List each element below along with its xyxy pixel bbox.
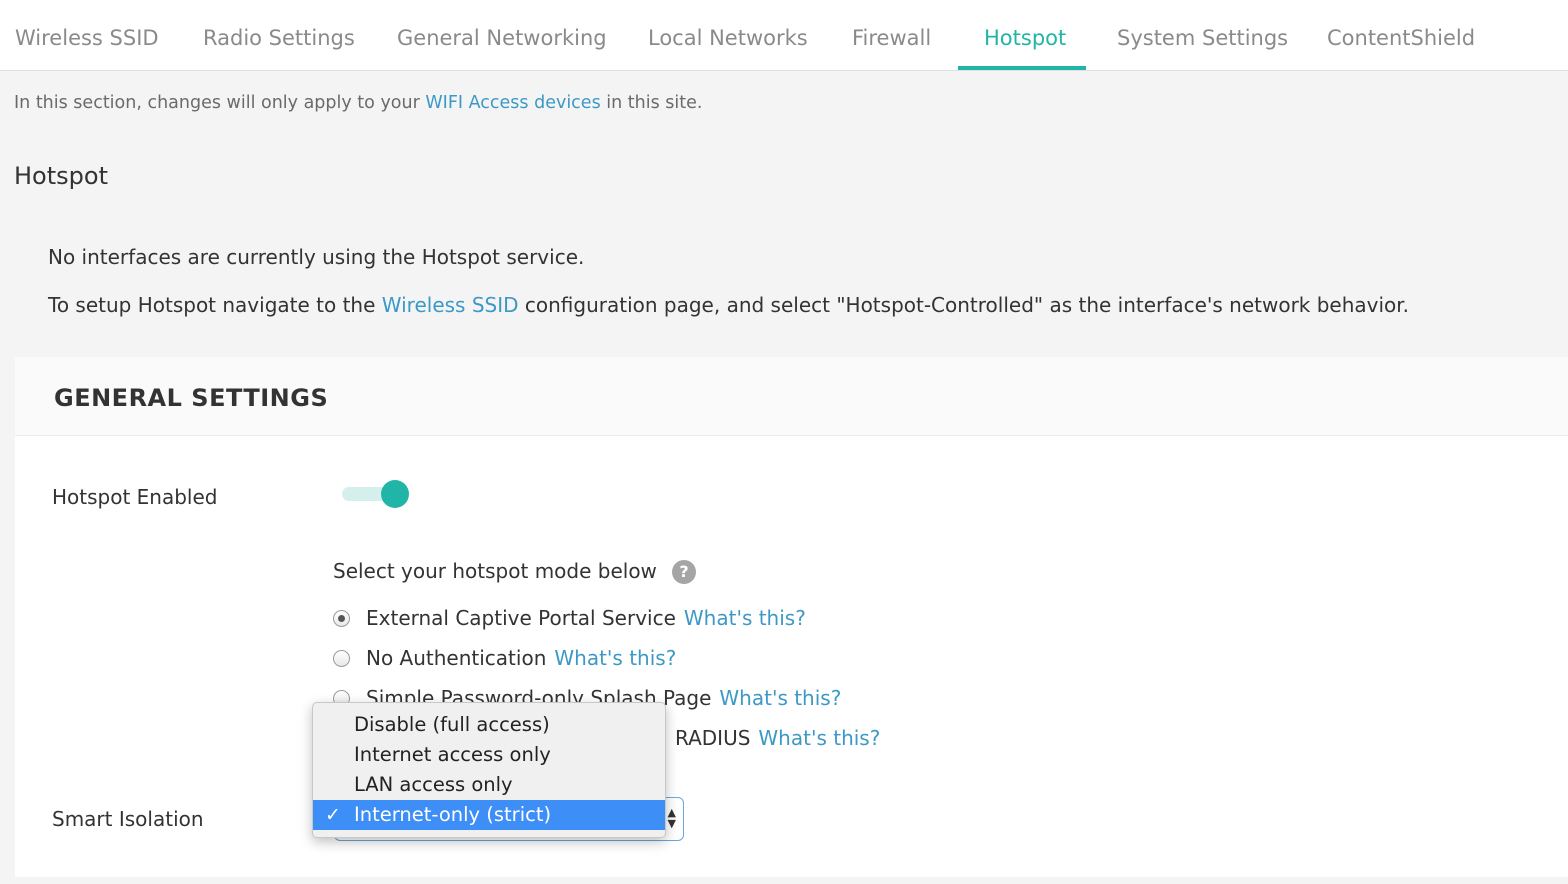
scope-notice: In this section, changes will only apply… xyxy=(14,93,702,113)
tab-bar: Wireless SSID Radio Settings General Net… xyxy=(0,0,1568,71)
tab-local-networks[interactable]: Local Networks xyxy=(648,0,808,70)
whats-this-link[interactable]: What's this? xyxy=(684,606,806,630)
notice-prefix: In this section, changes will only apply… xyxy=(14,93,426,113)
setup-prefix: To setup Hotspot navigate to the xyxy=(48,293,382,317)
tab-radio-settings[interactable]: Radio Settings xyxy=(203,0,355,70)
tab-general-networking[interactable]: General Networking xyxy=(397,0,607,70)
tab-system-settings[interactable]: System Settings xyxy=(1117,0,1288,70)
active-tab-indicator xyxy=(958,66,1086,70)
toggle-knob[interactable] xyxy=(381,480,409,508)
card-title: GENERAL SETTINGS xyxy=(54,384,329,412)
wireless-ssid-link[interactable]: Wireless SSID xyxy=(382,293,519,317)
tab-contentshield[interactable]: ContentShield xyxy=(1327,0,1475,70)
wifi-access-devices-link[interactable]: WIFI Access devices xyxy=(425,93,600,113)
smart-isolation-dropdown-menu: Disable (full access) Internet access on… xyxy=(312,702,666,838)
dropdown-option-disable[interactable]: Disable (full access) xyxy=(313,710,665,740)
notice-suffix: in this site. xyxy=(600,93,703,113)
hotspot-enabled-label: Hotspot Enabled xyxy=(52,485,218,509)
smart-isolation-label: Smart Isolation xyxy=(52,807,204,831)
checkmark-icon: ✓ xyxy=(325,804,341,826)
mode-prompt: Select your hotspot mode below xyxy=(333,559,657,583)
mode-label: External Captive Portal Service xyxy=(366,606,676,630)
setup-suffix: configuration page, and select "Hotspot-… xyxy=(518,293,1410,317)
whats-this-link[interactable]: What's this? xyxy=(758,726,880,750)
radio-button[interactable] xyxy=(333,610,350,627)
mode-label: No Authentication xyxy=(366,646,547,670)
option-label: Internet access only xyxy=(354,743,551,766)
mode-label: RADIUS xyxy=(675,726,751,750)
radio-button[interactable] xyxy=(333,650,350,667)
whats-this-link[interactable]: What's this? xyxy=(719,686,841,710)
no-interfaces-message: No interfaces are currently using the Ho… xyxy=(48,245,585,269)
dropdown-option-internet-only-strict[interactable]: ✓ Internet-only (strict) xyxy=(313,800,665,830)
page-title: Hotspot xyxy=(14,162,108,190)
setup-instructions: To setup Hotspot navigate to the Wireles… xyxy=(48,293,1409,317)
whats-this-link[interactable]: What's this? xyxy=(554,646,676,670)
dropdown-option-lan-access-only[interactable]: LAN access only xyxy=(313,770,665,800)
dropdown-option-internet-access-only[interactable]: Internet access only xyxy=(313,740,665,770)
select-arrows-icon: ▲ ▼ xyxy=(667,806,676,830)
tab-hotspot[interactable]: Hotspot xyxy=(984,0,1066,70)
tab-firewall[interactable]: Firewall xyxy=(852,0,931,70)
card-header: GENERAL SETTINGS xyxy=(15,357,1568,436)
option-label: LAN access only xyxy=(354,773,513,796)
option-label: Disable (full access) xyxy=(354,713,550,736)
option-label: Internet-only (strict) xyxy=(354,803,552,826)
help-icon[interactable]: ? xyxy=(672,560,696,584)
tab-wireless-ssid[interactable]: Wireless SSID xyxy=(15,0,159,70)
